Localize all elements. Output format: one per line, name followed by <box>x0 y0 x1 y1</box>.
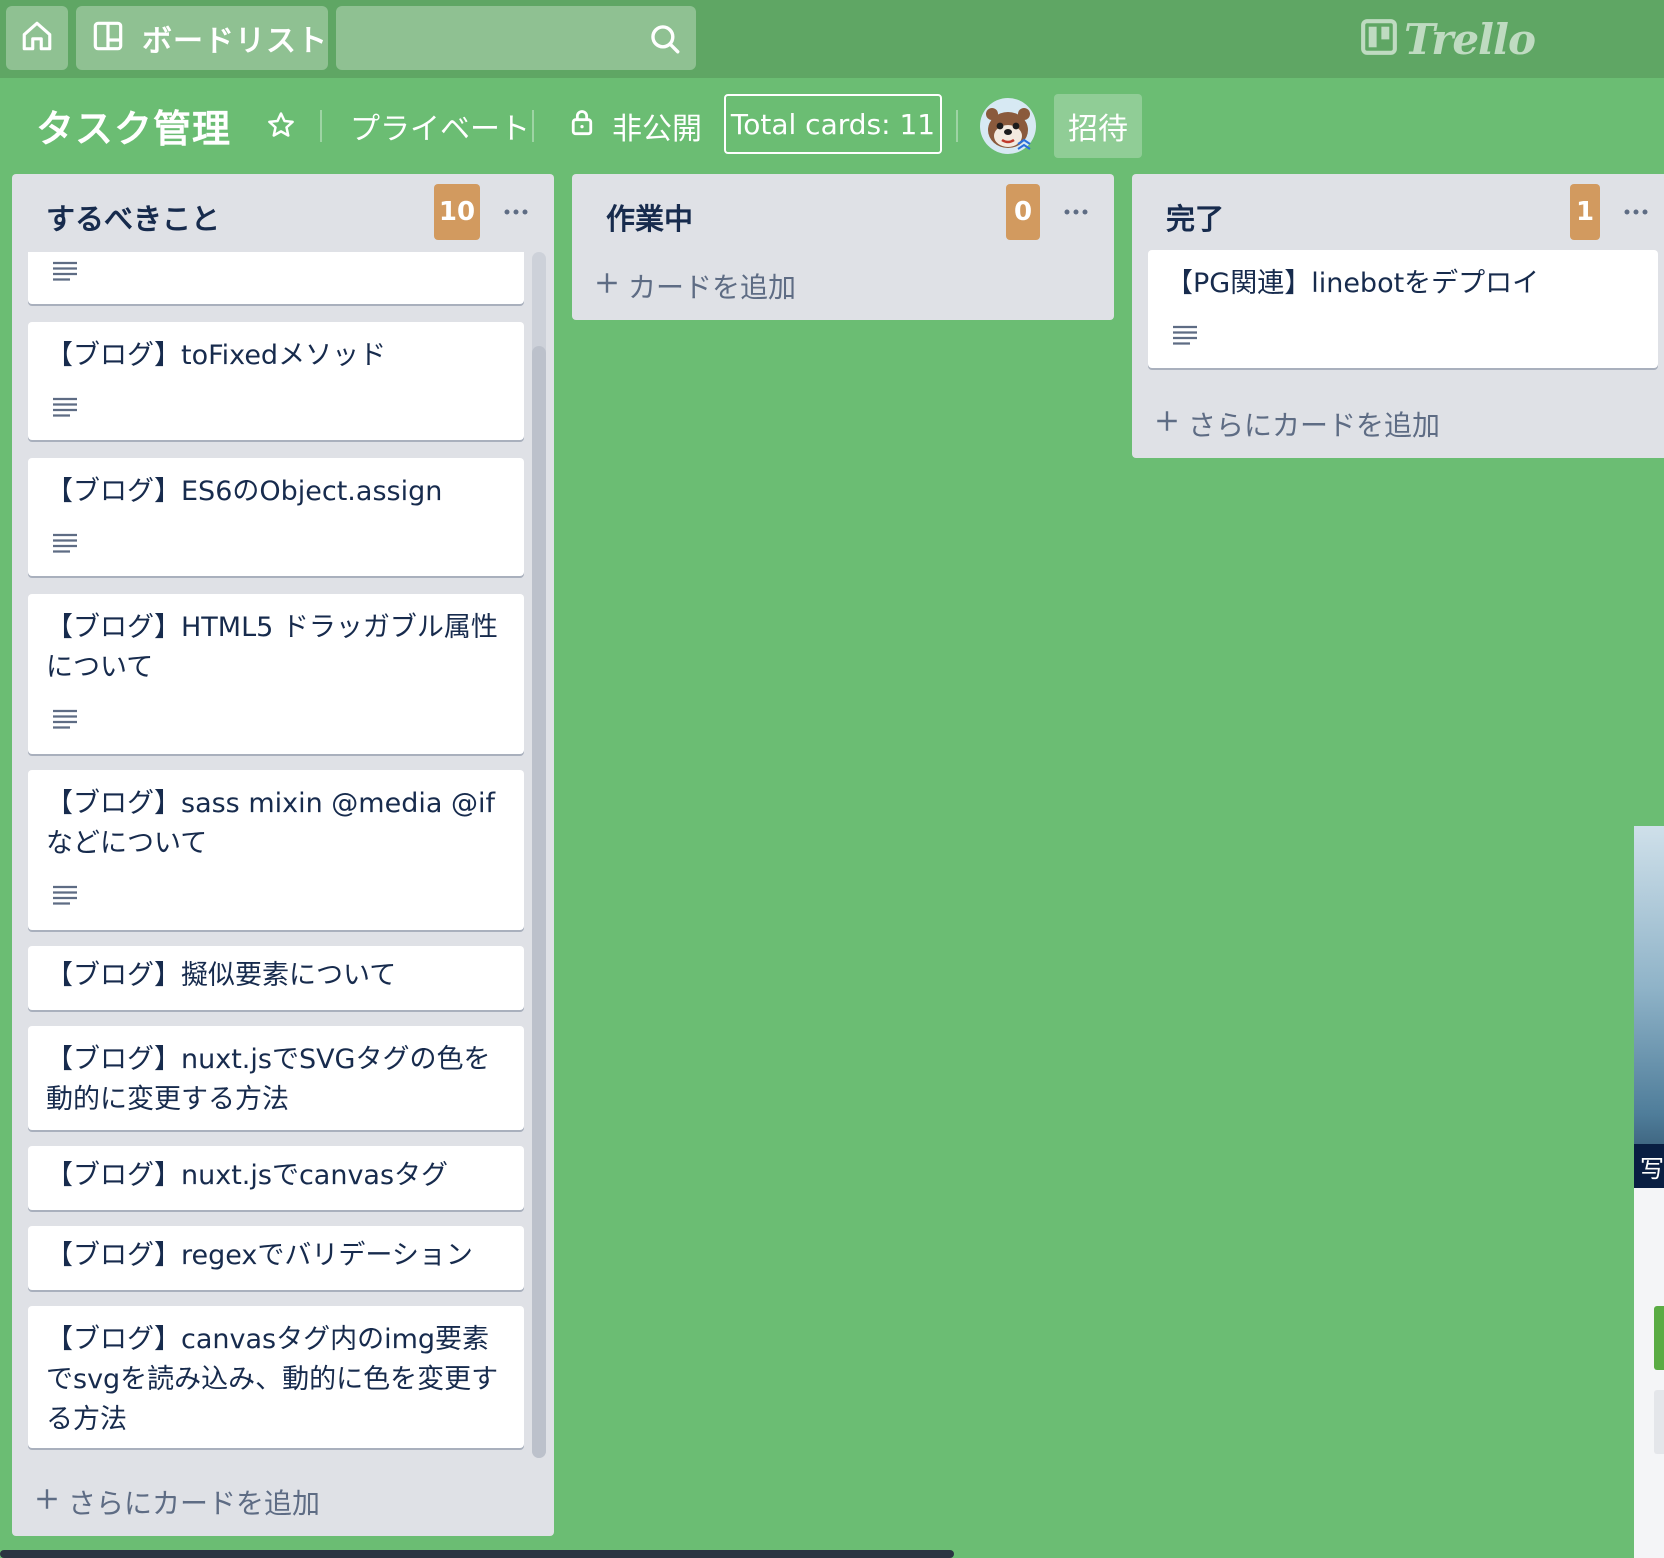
team-visibility-button[interactable]: プライベート <box>350 104 530 148</box>
search-icon[interactable] <box>648 22 682 60</box>
list-in-progress: 作業中 0 カードを追加 <box>572 174 1114 320</box>
list-done: 完了 1 【PG関連】linebotをデプロイ さらにカードを追加 <box>1132 174 1664 458</box>
card-title: 【ブログ】nuxt.jsでSVGタグの色を動的に変更する方法 <box>46 1044 491 1115</box>
trello-wordmark: Trello <box>1404 14 1536 64</box>
description-icon <box>52 260 78 286</box>
list-header[interactable]: 完了 1 <box>1132 174 1664 250</box>
card[interactable]: 【ブログ】toFixedメソッド <box>28 322 524 440</box>
trello-logo[interactable]: Trello <box>1360 14 1536 64</box>
home-button[interactable] <box>6 6 68 70</box>
plus-icon <box>34 1486 60 1519</box>
star-icon[interactable] <box>266 110 296 144</box>
card-count-badge: 0 <box>1006 184 1040 240</box>
card[interactable]: 【ブログ】sass mixin @media @ifなどについて <box>28 770 524 930</box>
ellipsis-icon[interactable] <box>1622 204 1650 224</box>
card-title: 【ブログ】ES6のObject.assign <box>46 476 443 507</box>
trello-logo-icon <box>1360 18 1398 60</box>
description-icon <box>52 396 78 422</box>
card-title: 【ブログ】nuxt.jsでcanvasタグ <box>46 1160 449 1191</box>
add-card-label: さらにカードを追加 <box>1188 409 1441 442</box>
ellipsis-icon[interactable] <box>1062 204 1090 224</box>
card[interactable]: 【ブログ】HTML5 ドラッガブル属性について <box>28 594 524 754</box>
search-input[interactable] <box>336 6 668 70</box>
card[interactable]: 【ブログ】擬似要素について <box>28 946 524 1010</box>
list-title[interactable]: 完了 <box>1166 196 1224 238</box>
card-title: 【ブログ】regexでバリデーション <box>46 1240 473 1271</box>
card-count-badge: 1 <box>1570 184 1600 240</box>
boards-button-label: ボードリスト <box>142 24 328 59</box>
home-icon <box>20 19 54 57</box>
background-photo-thumbnail[interactable] <box>1634 826 1664 1186</box>
side-menu-panel: 写 <box>1634 826 1664 1558</box>
ellipsis-icon[interactable] <box>502 204 530 224</box>
top-navigation-bar: ボードリスト Trello <box>0 0 1664 78</box>
card-title: 【PG関連】linebotをデプロイ <box>1166 268 1540 299</box>
card-title: 【ブログ】canvasタグ内のimg要素でsvgを読み込み、動的に色を変更する方… <box>46 1324 499 1435</box>
add-card-button[interactable]: さらにカードを追加 <box>1154 404 1440 444</box>
boards-button[interactable]: ボードリスト <box>76 6 328 70</box>
card-title: 【ブログ】toFixedメソッド <box>46 340 387 371</box>
header-divider <box>532 110 534 142</box>
card[interactable]: 【ブログ】ES6のObject.assign <box>28 458 524 576</box>
card[interactable]: 【ブログ】nuxt.jsでSVGタグの色を動的に変更する方法 <box>28 1026 524 1130</box>
card[interactable]: 【PG関連】linebotをデプロイ <box>1148 250 1658 368</box>
description-icon <box>52 884 78 910</box>
board-title[interactable]: タスク管理 <box>36 98 231 153</box>
plus-icon <box>1154 408 1180 441</box>
invite-button[interactable]: 招待 <box>1054 94 1142 158</box>
lock-icon <box>570 108 594 144</box>
add-card-label: さらにカードを追加 <box>68 1487 321 1520</box>
list-scrollbar-thumb[interactable] <box>532 346 546 1458</box>
board-icon <box>92 20 124 56</box>
total-cards-badge: Total cards: 11 <box>724 94 942 154</box>
add-card-label: カードを追加 <box>628 271 797 304</box>
board-horizontal-scrollbar[interactable] <box>0 1550 954 1558</box>
header-divider <box>320 110 322 142</box>
privacy-label: 非公開 <box>612 112 702 147</box>
list-header[interactable]: 作業中 0 <box>572 174 1114 250</box>
card[interactable]: 【ブログ】regexでバリデーション <box>28 1226 524 1290</box>
add-card-button[interactable]: カードを追加 <box>594 266 796 306</box>
list-title[interactable]: 作業中 <box>606 196 693 238</box>
card[interactable] <box>28 252 524 304</box>
card-title: 【ブログ】sass mixin @media @ifなどについて <box>46 788 495 859</box>
photo-label: 写 <box>1634 1144 1664 1188</box>
card-title: 【ブログ】擬似要素について <box>46 960 397 991</box>
card-title: 【ブログ】HTML5 ドラッガブル属性について <box>46 612 498 683</box>
privacy-button[interactable]: 非公開 <box>570 104 702 148</box>
side-panel-primary-button[interactable] <box>1654 1306 1664 1370</box>
side-panel-secondary-button[interactable] <box>1654 1390 1664 1454</box>
add-card-button[interactable]: さらにカードを追加 <box>34 1482 320 1522</box>
card-count-badge: 10 <box>434 184 480 240</box>
list-title[interactable]: するべきこと <box>46 196 220 238</box>
list-header[interactable]: するべきこと 10 <box>12 174 554 250</box>
plus-icon <box>594 270 620 303</box>
card[interactable]: 【ブログ】canvasタグ内のimg要素でsvgを読み込み、動的に色を変更する方… <box>28 1306 524 1448</box>
avatar[interactable] <box>980 98 1036 154</box>
description-icon <box>52 532 78 558</box>
board-header: タスク管理 プライベート 非公開 Total cards: 11 招待 <box>0 90 1664 160</box>
description-icon <box>52 708 78 734</box>
description-icon <box>1172 324 1198 350</box>
header-divider <box>956 110 958 142</box>
card[interactable]: 【ブログ】nuxt.jsでcanvasタグ <box>28 1146 524 1210</box>
search-box[interactable] <box>336 6 696 70</box>
